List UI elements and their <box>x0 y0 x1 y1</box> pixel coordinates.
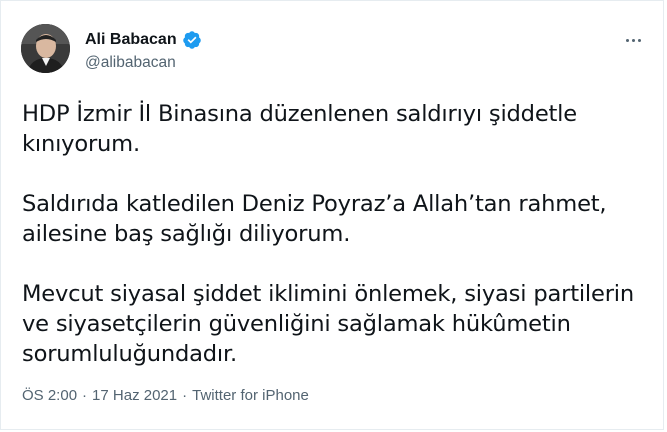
tweet-date[interactable]: 17 Haz 2021 <box>92 386 177 406</box>
meta-separator: · <box>182 387 188 404</box>
tweet-text: HDP İzmir İl Binasına düzenlenen saldırı… <box>22 99 642 369</box>
meta-separator: · <box>82 387 88 404</box>
avatar[interactable] <box>21 24 70 73</box>
author-name-row: Ali Babacan <box>85 30 202 50</box>
author-handle[interactable]: @alibabacan <box>85 53 176 73</box>
tweet-source[interactable]: Twitter for iPhone <box>192 386 309 406</box>
tweet-paragraph: Saldırıda katledilen Deniz Poyraz’a Alla… <box>22 191 607 247</box>
tweet-paragraph: HDP İzmir İl Binasına düzenlenen saldırı… <box>22 101 577 157</box>
tweet-paragraph: Mevcut siyasal şiddet iklimini önlemek, … <box>22 281 634 367</box>
more-horizontal-icon[interactable] <box>621 28 645 52</box>
avatar-image <box>21 24 70 73</box>
verified-badge-icon <box>182 30 202 50</box>
author-display-name[interactable]: Ali Babacan <box>85 30 177 50</box>
tweet-card: Ali Babacan @alibabacan HDP İzmir İl Bin… <box>0 0 664 430</box>
tweet-meta: ÖS 2:00 · 17 Haz 2021 · Twitter for iPho… <box>22 386 309 406</box>
tweet-time[interactable]: ÖS 2:00 <box>22 386 77 406</box>
